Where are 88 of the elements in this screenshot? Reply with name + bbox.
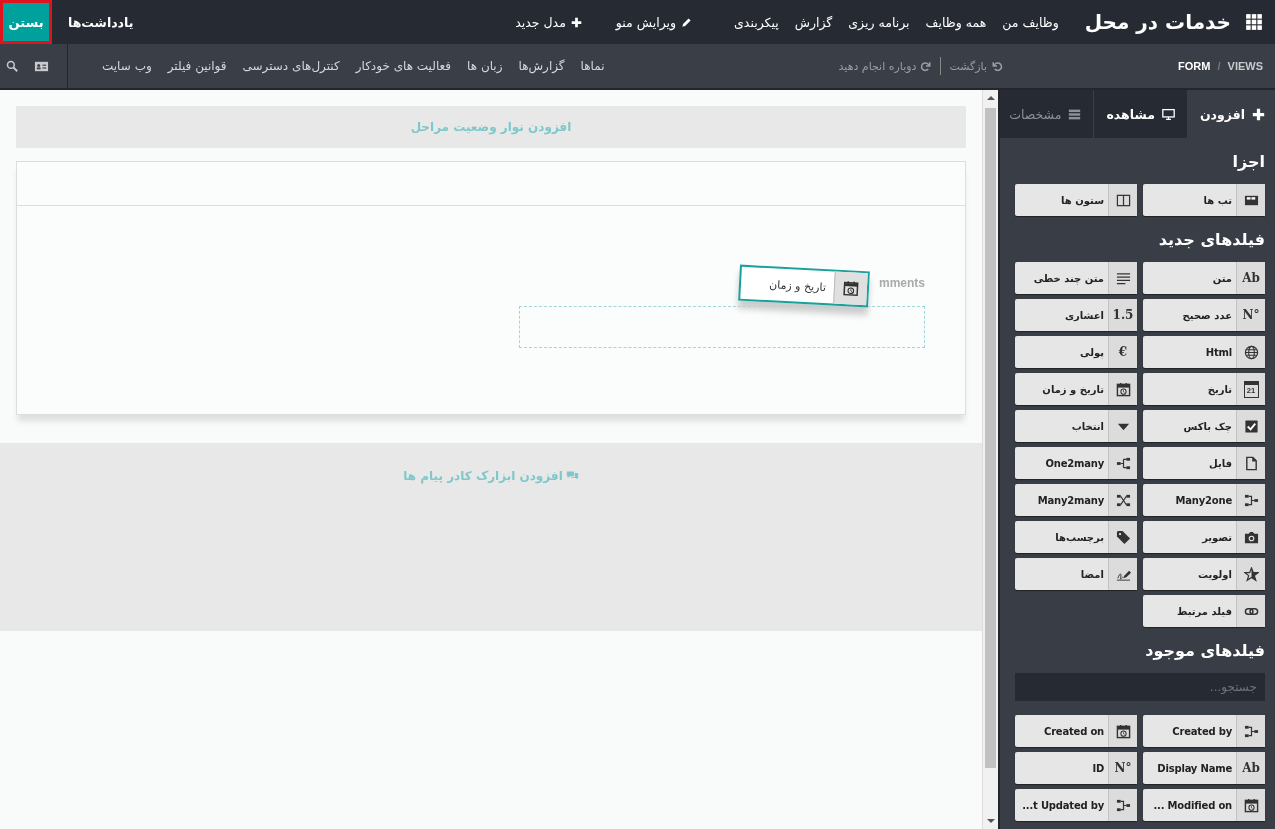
comments-icon: [565, 469, 579, 482]
breadcrumb-item[interactable]: VIEWS: [1227, 60, 1263, 72]
field-item[interactable]: Created by: [1143, 715, 1265, 747]
checkbox-icon: [1243, 418, 1259, 434]
app-title: خدمات در محل: [1084, 10, 1231, 34]
toolbar-tab[interactable]: وب سایت: [102, 59, 152, 73]
undo-icon: [991, 60, 1003, 72]
type-glyph-icon: Ab: [1242, 761, 1260, 775]
field-item[interactable]: برچسب‌ها: [1015, 521, 1137, 553]
field-item[interactable]: Display Name Ab: [1143, 752, 1265, 784]
file-icon: [1243, 455, 1259, 471]
field-item[interactable]: ...t Updated by: [1015, 789, 1137, 821]
field-item[interactable]: پولی €: [1015, 336, 1137, 368]
toolbar-tab[interactable]: فعالیت های خودکار: [355, 59, 452, 73]
field-item[interactable]: اولویت: [1143, 558, 1265, 590]
menu-item[interactable]: پیکربندی: [734, 14, 779, 30]
type-glyph-icon: N°: [1114, 761, 1132, 775]
globe-icon: [1243, 344, 1259, 360]
toolbar-tab[interactable]: کنترل‌های دسترسی: [242, 59, 340, 73]
section-heading: اجزا: [1231, 152, 1265, 171]
field-item[interactable]: فایل: [1143, 447, 1265, 479]
field-label: mments: [879, 276, 925, 290]
field-item[interactable]: ... Modified on: [1143, 789, 1265, 821]
section-heading: فیلدهای جدید: [1157, 230, 1265, 249]
field-item[interactable]: چک باکس: [1143, 410, 1265, 442]
tag-icon: [1115, 529, 1131, 545]
many-to-one-icon: [1243, 723, 1259, 739]
calendar-clock-icon: [1115, 381, 1131, 397]
field-item[interactable]: Created on: [1015, 715, 1137, 747]
field-item[interactable]: تاریخ و زمان: [1015, 373, 1137, 405]
field-item[interactable]: فیلد مرتبط: [1143, 595, 1265, 627]
field-item[interactable]: تب ها: [1143, 184, 1265, 216]
toolbar-tab[interactable]: نماها: [580, 59, 605, 73]
field-item[interactable]: تصویر: [1143, 521, 1265, 553]
field-item[interactable]: ستون ها: [1015, 184, 1137, 216]
breadcrumb-separator: /: [1217, 60, 1221, 72]
edit-menu-link[interactable]: ویرایش منو: [615, 14, 693, 30]
pencil-icon: [681, 16, 693, 28]
toolbar-tab[interactable]: گزارش‌ها: [518, 59, 565, 73]
field-item[interactable]: One2many: [1015, 447, 1137, 479]
field-item[interactable]: امضا: [1015, 558, 1137, 590]
type-glyph-icon: Ab: [1242, 271, 1260, 285]
scrollbar[interactable]: [982, 90, 1000, 829]
dragged-field[interactable]: تاریخ و زمان: [738, 264, 870, 308]
many-to-many-icon: [1115, 492, 1131, 508]
scroll-up-icon[interactable]: [986, 96, 995, 100]
redo-icon: [920, 60, 933, 72]
toolbar-tab[interactable]: زبان ها: [467, 59, 503, 73]
type-glyph-icon: 1.5: [1112, 308, 1134, 322]
text-lines-icon: [1115, 270, 1131, 286]
field-item[interactable]: ID N°: [1015, 752, 1137, 784]
calendar-clock-icon: [1243, 797, 1259, 813]
columns-icon: [1115, 192, 1131, 208]
menu-item[interactable]: گزارش: [794, 14, 833, 30]
scroll-down-icon[interactable]: [986, 819, 995, 823]
field-item[interactable]: Many2one: [1143, 484, 1265, 516]
calendar-clock-icon: [842, 280, 860, 297]
breadcrumb-item[interactable]: FORM: [1178, 60, 1211, 72]
apps-icon: [1245, 13, 1263, 31]
new-model-link[interactable]: مدل جدید: [515, 14, 582, 30]
field-item[interactable]: متن چند خطی: [1015, 262, 1137, 294]
notes-link[interactable]: یادداشت‌ها: [68, 14, 134, 30]
field-item[interactable]: Html: [1143, 336, 1265, 368]
field-item[interactable]: انتخاب: [1015, 410, 1137, 442]
search-field[interactable]: جستجو...: [1015, 673, 1265, 701]
menu-item[interactable]: برنامه ریزی: [848, 14, 910, 30]
monitor-icon: [1161, 107, 1175, 121]
redo-button[interactable]: دوباره انجام دهید: [838, 59, 933, 73]
star-icon: [1243, 566, 1259, 582]
many-to-one-icon: [1115, 797, 1131, 813]
calendar-clock-icon: [1115, 723, 1131, 739]
undo-button[interactable]: بازگشت: [949, 59, 1003, 73]
type-glyph-icon: N°: [1242, 308, 1260, 322]
plus-icon: [1252, 107, 1265, 121]
menu-item[interactable]: همه وظایف: [925, 14, 987, 30]
field-item[interactable]: Many2many: [1015, 484, 1137, 516]
menu-item[interactable]: وظایف من: [1002, 14, 1059, 30]
search-button[interactable]: [6, 60, 18, 72]
search-icon: [6, 60, 18, 72]
type-glyph-icon: €: [1118, 345, 1128, 359]
section-heading: فیلدهای موجود: [1144, 641, 1265, 660]
one-to-many-icon: [1115, 455, 1131, 471]
camera-icon: [1243, 529, 1259, 545]
sidebar-tab[interactable]: افزودن: [1186, 90, 1275, 138]
many-to-one-icon: [1243, 492, 1259, 508]
toolbar-tab[interactable]: قوانین فیلتر: [167, 59, 227, 73]
plus-icon: [570, 16, 582, 28]
list-icon: [1068, 107, 1082, 121]
